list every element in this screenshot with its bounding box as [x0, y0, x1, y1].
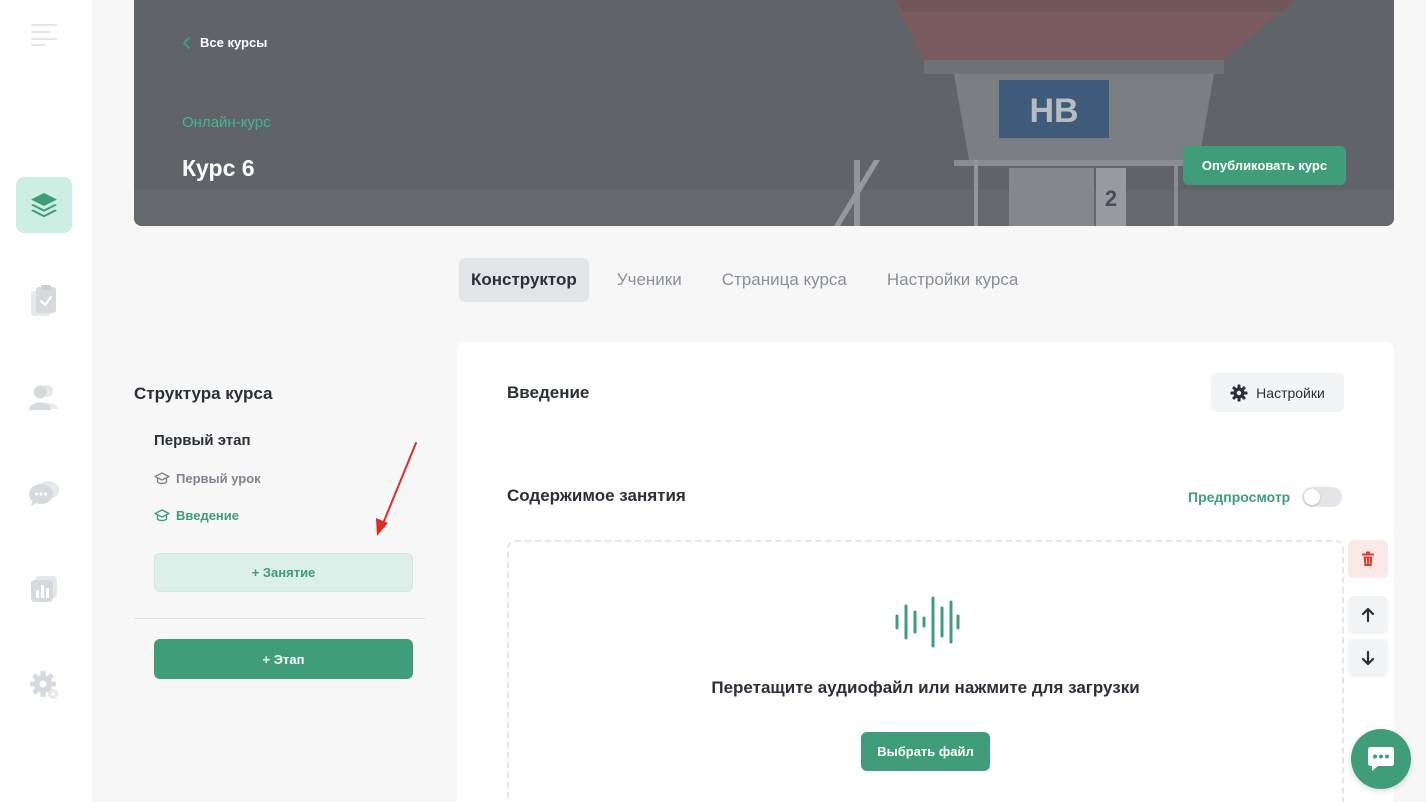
course-tabs: Конструктор Ученики Страница курса Настр…	[459, 258, 1046, 302]
divider	[134, 618, 425, 619]
support-chat-button[interactable]	[1351, 729, 1411, 789]
chat-icon	[1368, 747, 1394, 771]
choose-file-button[interactable]: Выбрать файл	[861, 732, 990, 771]
preview-label: Предпросмотр	[1188, 489, 1291, 505]
gear-icon	[1230, 384, 1248, 401]
lesson-item[interactable]: Первый урок	[154, 471, 261, 486]
add-lesson-button[interactable]: + Занятие	[154, 553, 413, 592]
arrow-down-icon	[1361, 650, 1375, 666]
users-icon	[29, 385, 58, 410]
arrow-up-icon	[1361, 607, 1375, 623]
lesson-item-label: Первый урок	[176, 471, 261, 486]
course-type-label: Онлайн-курс	[182, 114, 271, 131]
add-stage-button[interactable]: + Этап	[154, 639, 413, 679]
tab-course-page[interactable]: Страница курса	[710, 258, 859, 302]
back-to-courses-link[interactable]: Все курсы	[182, 35, 267, 50]
annotation-arrow	[376, 442, 417, 536]
move-block-down-button[interactable]	[1348, 639, 1388, 677]
sidebar-item-users[interactable]	[16, 369, 72, 425]
sidebar-item-courses[interactable]	[16, 177, 72, 233]
graduation-cap-icon	[154, 508, 170, 521]
sidebar-item-tasks[interactable]	[16, 273, 72, 329]
tasks-clipboard-icon	[31, 285, 56, 316]
lesson-editor-card: Введение Настройки Содержимое занятия Пр…	[457, 342, 1394, 802]
settings-button-label: Настройки	[1256, 384, 1325, 401]
sidebar-item-settings[interactable]	[16, 657, 72, 713]
preview-control: Предпросмотр	[1188, 487, 1343, 507]
dropzone-instruction: Перетащите аудиофайл или нажмите для заг…	[711, 678, 1140, 697]
lesson-settings-button[interactable]: Настройки	[1211, 373, 1344, 412]
lesson-title: Введение	[507, 383, 590, 402]
chevron-left-icon	[183, 36, 190, 49]
sidebar-item-chat[interactable]	[16, 465, 72, 521]
graduation-cap-icon	[154, 471, 170, 484]
audio-dropzone[interactable]: Перетащите аудиофайл или нажмите для заг…	[507, 540, 1344, 802]
course-title: Курс 6	[182, 155, 255, 181]
publish-course-button[interactable]: Опубликовать курс	[1183, 146, 1346, 185]
courses-stack-icon	[31, 193, 57, 218]
chat-bubbles-icon	[29, 481, 59, 506]
lesson-item-label: Введение	[176, 508, 239, 523]
tab-constructor[interactable]: Конструктор	[459, 258, 589, 302]
settings-gear-icon	[30, 671, 58, 699]
back-link-label: Все курсы	[200, 35, 268, 50]
lesson-item-active[interactable]: Введение	[154, 508, 239, 523]
tab-course-settings[interactable]: Настройки курса	[875, 258, 1030, 302]
tab-students[interactable]: Ученики	[605, 258, 694, 302]
delete-block-button[interactable]	[1348, 540, 1388, 578]
lesson-content-title: Содержимое занятия	[507, 486, 686, 505]
hero-cover-image: HB 2	[134, 0, 1394, 226]
stage-title[interactable]: Первый этап	[154, 432, 251, 449]
trash-icon	[1362, 551, 1374, 566]
course-hero-banner: HB 2 Все курсы Онлайн-курс Курс 6 Опубли…	[134, 0, 1394, 226]
sidebar-item-analytics[interactable]	[16, 561, 72, 617]
sidebar	[0, 0, 92, 802]
course-structure-title: Структура курса	[134, 384, 273, 403]
preview-toggle[interactable]	[1302, 487, 1343, 507]
analytics-chart-icon	[31, 576, 57, 602]
move-block-up-button[interactable]	[1348, 596, 1388, 634]
audio-wave-icon	[895, 596, 960, 648]
menu-icon[interactable]	[31, 22, 57, 46]
